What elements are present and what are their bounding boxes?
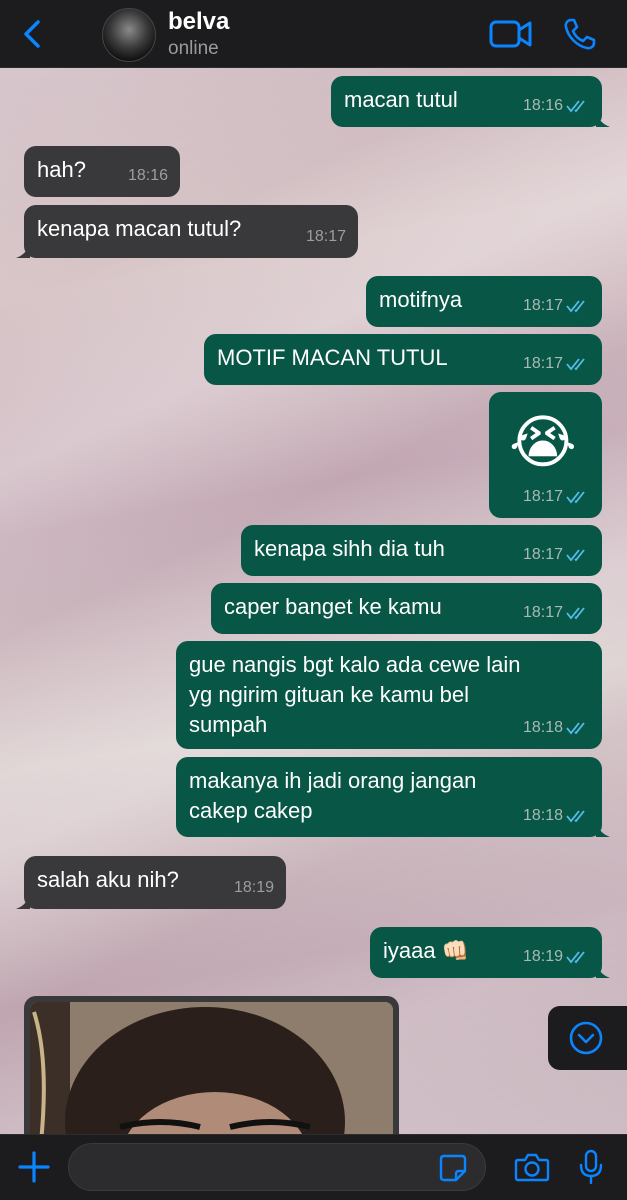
message-time: 18:18: [522, 807, 563, 824]
crying-emoji: 😭: [509, 410, 577, 475]
scroll-down-button[interactable]: [548, 1006, 627, 1070]
camera-button[interactable]: [514, 1151, 550, 1183]
message-meta: 18:19: [523, 942, 592, 972]
scroll-down-icon: [569, 1021, 603, 1055]
phone-icon: [564, 18, 596, 50]
message-meta: 18:18: [523, 801, 592, 831]
video-call-button[interactable]: [488, 18, 534, 50]
message-bubble[interactable]: iyaaa 👊🏻 18:19: [370, 927, 610, 978]
message-bubble[interactable]: hah? 18:16: [24, 146, 180, 197]
message-meta: 18:17: [523, 540, 592, 570]
message-meta: 18:17: [523, 291, 592, 321]
read-ticks-icon: [566, 300, 585, 313]
message-time: 18:17: [305, 228, 346, 245]
bubble-tail: [596, 821, 610, 837]
message-meta: 18:16: [523, 91, 592, 121]
message-meta: 18:19: [234, 873, 274, 903]
attach-button[interactable]: [16, 1149, 52, 1185]
message-bubble[interactable]: gue nangis bgt kalo ada cewe lain yg ngi…: [176, 641, 602, 749]
read-ticks-icon: [566, 607, 585, 620]
back-button[interactable]: [20, 18, 44, 50]
message-time: 18:17: [522, 546, 563, 563]
chat-header: belva online: [0, 0, 627, 68]
message-input-bar: [0, 1134, 627, 1200]
photo-image: [30, 1002, 393, 1146]
voice-call-button[interactable]: [562, 16, 598, 52]
message-meta: 18:17: [523, 482, 592, 512]
read-ticks-icon: [566, 810, 585, 823]
read-ticks-icon: [566, 722, 585, 735]
message-time: 18:18: [522, 719, 563, 736]
message-time: 18:19: [522, 948, 563, 965]
emoji-message-bubble[interactable]: 😭 18:17: [489, 392, 602, 518]
read-ticks-icon: [566, 951, 585, 964]
photo-message-bubble[interactable]: [24, 996, 399, 1146]
sticker-icon: [439, 1154, 467, 1182]
microphone-icon: [579, 1149, 603, 1185]
message-text: kenapa macan tutul?: [37, 216, 242, 241]
bubble-tail: [16, 893, 30, 909]
read-ticks-icon: [566, 358, 585, 371]
photo-thumbnail[interactable]: [30, 1002, 393, 1146]
contact-status: online: [168, 38, 219, 59]
read-ticks-icon: [566, 100, 585, 113]
read-ticks-icon: [566, 549, 585, 562]
message-time: 18:17: [522, 355, 563, 372]
read-ticks-icon: [566, 491, 585, 504]
message-time: 18:16: [127, 167, 168, 184]
bubble-tail: [16, 242, 30, 258]
message-meta: 18:17: [306, 222, 346, 252]
video-call-icon: [489, 20, 532, 48]
bubble-tail: [596, 111, 610, 127]
message-bubble[interactable]: macan tutul 18:16: [331, 76, 610, 127]
message-input[interactable]: [68, 1143, 486, 1191]
message-meta: 18:17: [523, 598, 592, 628]
message-time: 18:17: [522, 488, 563, 505]
avatar[interactable]: [102, 8, 156, 62]
message-meta: 18:16: [128, 161, 168, 191]
contact-name[interactable]: belva: [168, 8, 229, 36]
back-chevron-icon: [24, 20, 40, 48]
message-meta: 18:18: [523, 713, 592, 743]
plus-icon: [18, 1151, 50, 1183]
message-meta: 18:17: [523, 349, 592, 379]
message-bubble[interactable]: kenapa sihh dia tuh 18:17: [241, 525, 602, 576]
message-time: 18:16: [522, 97, 563, 114]
message-bubble[interactable]: motifnya 18:17: [366, 276, 602, 327]
message-time: 18:17: [522, 297, 563, 314]
message-bubble[interactable]: makanya ih jadi orang jangan cakep cakep…: [176, 757, 610, 837]
message-bubble[interactable]: caper banget ke kamu 18:17: [211, 583, 602, 634]
bubble-tail: [596, 962, 610, 978]
message-bubble[interactable]: salah aku nih? 18:19: [16, 856, 286, 909]
message-time: 18:17: [522, 604, 563, 621]
microphone-button[interactable]: [578, 1149, 604, 1185]
message-time: 18:19: [233, 879, 274, 896]
sticker-button[interactable]: [438, 1153, 468, 1183]
message-bubble[interactable]: kenapa macan tutul? 18:17: [16, 205, 358, 258]
message-bubble[interactable]: MOTIF MACAN TUTUL 18:17: [204, 334, 602, 385]
camera-icon: [514, 1153, 550, 1182]
